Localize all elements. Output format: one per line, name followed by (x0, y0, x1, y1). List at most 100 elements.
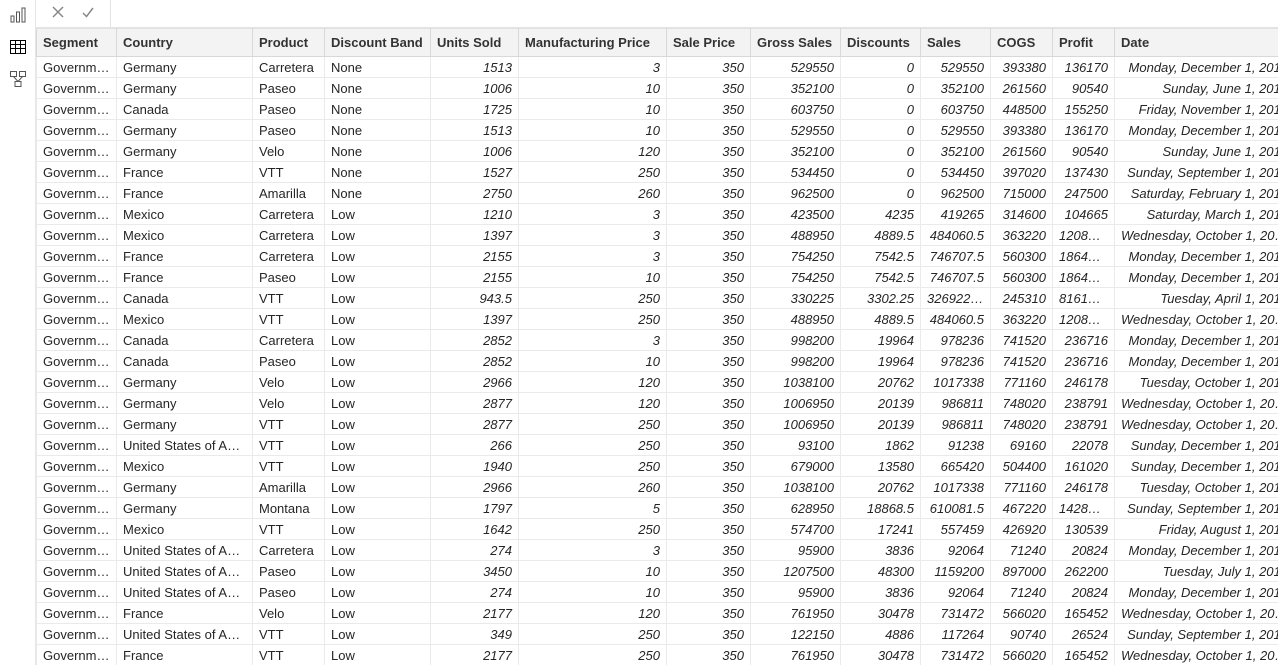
cell-country[interactable]: United States of America (117, 540, 253, 561)
cell-date[interactable]: Monday, December 1, 2014 (1115, 540, 1278, 561)
cell-product[interactable]: Carretera (253, 57, 325, 78)
cell-discounts[interactable]: 0 (841, 78, 921, 99)
formula-input[interactable] (111, 0, 1278, 27)
cell-sales[interactable]: 978236 (921, 351, 991, 372)
cell-date[interactable]: Wednesday, October 1, 2014 (1115, 603, 1278, 624)
cell-date[interactable]: Wednesday, October 1, 2014 (1115, 414, 1278, 435)
cell-segment[interactable]: Government (37, 435, 117, 456)
cell-discountband[interactable]: Low (325, 582, 431, 603)
cell-grosssales[interactable]: 754250 (751, 267, 841, 288)
cell-discountband[interactable]: Low (325, 477, 431, 498)
cell-discountband[interactable]: Low (325, 414, 431, 435)
cell-discountband[interactable]: Low (325, 351, 431, 372)
cell-cogs[interactable]: 715000 (991, 183, 1053, 204)
table-row[interactable]: GovernmentGermanyVeloLow2966120350103810… (37, 372, 1278, 393)
cell-country[interactable]: Canada (117, 288, 253, 309)
cell-unitssold[interactable]: 2966 (431, 372, 519, 393)
cell-sales[interactable]: 746707.5 (921, 267, 991, 288)
cell-sales[interactable]: 986811 (921, 393, 991, 414)
cell-grosssales[interactable]: 534450 (751, 162, 841, 183)
cell-cogs[interactable]: 393380 (991, 57, 1053, 78)
cell-saleprice[interactable]: 350 (667, 498, 751, 519)
cell-date[interactable]: Sunday, September 1, 2013 (1115, 162, 1278, 183)
cell-saleprice[interactable]: 350 (667, 204, 751, 225)
cell-unitssold[interactable]: 1527 (431, 162, 519, 183)
cell-saleprice[interactable]: 350 (667, 309, 751, 330)
cell-discounts[interactable]: 0 (841, 141, 921, 162)
cell-unitssold[interactable]: 2852 (431, 351, 519, 372)
table-row[interactable]: GovernmentGermanyPaseoNone10061035035210… (37, 78, 1278, 99)
cell-manufacturingprice[interactable]: 250 (519, 162, 667, 183)
cell-profit[interactable]: 165452 (1053, 645, 1115, 665)
table-row[interactable]: GovernmentCanadaPaseoLow2852103509982001… (37, 351, 1278, 372)
cell-unitssold[interactable]: 943.5 (431, 288, 519, 309)
table-row[interactable]: GovernmentGermanyVeloLow2877120350100695… (37, 393, 1278, 414)
cell-profit[interactable]: 20824 (1053, 540, 1115, 561)
cell-country[interactable]: France (117, 162, 253, 183)
cell-profit[interactable]: 236716 (1053, 330, 1115, 351)
cell-cogs[interactable]: 69160 (991, 435, 1053, 456)
table-row[interactable]: GovernmentGermanyCarreteraNone1513335052… (37, 57, 1278, 78)
cell-cogs[interactable]: 245310 (991, 288, 1053, 309)
cell-unitssold[interactable]: 266 (431, 435, 519, 456)
cell-profit[interactable]: 155250 (1053, 99, 1115, 120)
cell-cogs[interactable]: 90740 (991, 624, 1053, 645)
cell-segment[interactable]: Government (37, 330, 117, 351)
cell-manufacturingprice[interactable]: 3 (519, 57, 667, 78)
cell-grosssales[interactable]: 330225 (751, 288, 841, 309)
cell-grosssales[interactable]: 488950 (751, 309, 841, 330)
cell-saleprice[interactable]: 350 (667, 267, 751, 288)
cell-cogs[interactable]: 426920 (991, 519, 1053, 540)
cell-saleprice[interactable]: 350 (667, 561, 751, 582)
cell-profit[interactable]: 90540 (1053, 78, 1115, 99)
cell-discounts[interactable]: 4235 (841, 204, 921, 225)
table-row[interactable]: GovernmentGermanyVTTLow28772503501006950… (37, 414, 1278, 435)
cell-date[interactable]: Friday, August 1, 2014 (1115, 519, 1278, 540)
cell-profit[interactable]: 104665 (1053, 204, 1115, 225)
cell-cogs[interactable]: 363220 (991, 309, 1053, 330)
cell-profit[interactable]: 22078 (1053, 435, 1115, 456)
cell-saleprice[interactable]: 350 (667, 330, 751, 351)
cell-date[interactable]: Wednesday, October 1, 2014 (1115, 645, 1278, 665)
cell-segment[interactable]: Government (37, 393, 117, 414)
cell-discounts[interactable]: 3836 (841, 582, 921, 603)
cell-discounts[interactable]: 0 (841, 162, 921, 183)
cell-grosssales[interactable]: 1038100 (751, 372, 841, 393)
cell-cogs[interactable]: 261560 (991, 141, 1053, 162)
cell-discounts[interactable]: 17241 (841, 519, 921, 540)
cell-unitssold[interactable]: 1397 (431, 309, 519, 330)
cell-sales[interactable]: 603750 (921, 99, 991, 120)
cell-sales[interactable]: 731472 (921, 645, 991, 665)
cell-product[interactable]: VTT (253, 624, 325, 645)
cell-discountband[interactable]: Low (325, 204, 431, 225)
cell-manufacturingprice[interactable]: 10 (519, 561, 667, 582)
cell-unitssold[interactable]: 1725 (431, 99, 519, 120)
cell-segment[interactable]: Government (37, 456, 117, 477)
cell-country[interactable]: Canada (117, 99, 253, 120)
cell-grosssales[interactable]: 962500 (751, 183, 841, 204)
cell-segment[interactable]: Government (37, 183, 117, 204)
cell-discounts[interactable]: 4889.5 (841, 309, 921, 330)
cell-country[interactable]: Mexico (117, 225, 253, 246)
cell-discountband[interactable]: Low (325, 519, 431, 540)
cell-cogs[interactable]: 397020 (991, 162, 1053, 183)
cell-cogs[interactable]: 363220 (991, 225, 1053, 246)
table-row[interactable]: GovernmentUnited States of AmericaVTTLow… (37, 435, 1278, 456)
cell-country[interactable]: Mexico (117, 309, 253, 330)
cell-date[interactable]: Friday, November 1, 2013 (1115, 99, 1278, 120)
cell-country[interactable]: France (117, 267, 253, 288)
cell-manufacturingprice[interactable]: 3 (519, 225, 667, 246)
table-row[interactable]: GovernmentFranceVTTLow217725035076195030… (37, 645, 1278, 665)
cell-product[interactable]: Paseo (253, 561, 325, 582)
cell-date[interactable]: Monday, December 1, 2014 (1115, 582, 1278, 603)
cell-grosssales[interactable]: 488950 (751, 225, 841, 246)
cell-date[interactable]: Monday, December 1, 2014 (1115, 267, 1278, 288)
column-header-unitssold[interactable]: Units Sold (431, 29, 519, 57)
cell-manufacturingprice[interactable]: 3 (519, 540, 667, 561)
cell-saleprice[interactable]: 350 (667, 120, 751, 141)
cell-sales[interactable]: 1017338 (921, 372, 991, 393)
cell-saleprice[interactable]: 350 (667, 540, 751, 561)
cell-grosssales[interactable]: 529550 (751, 57, 841, 78)
cell-grosssales[interactable]: 1006950 (751, 393, 841, 414)
cell-product[interactable]: Paseo (253, 120, 325, 141)
